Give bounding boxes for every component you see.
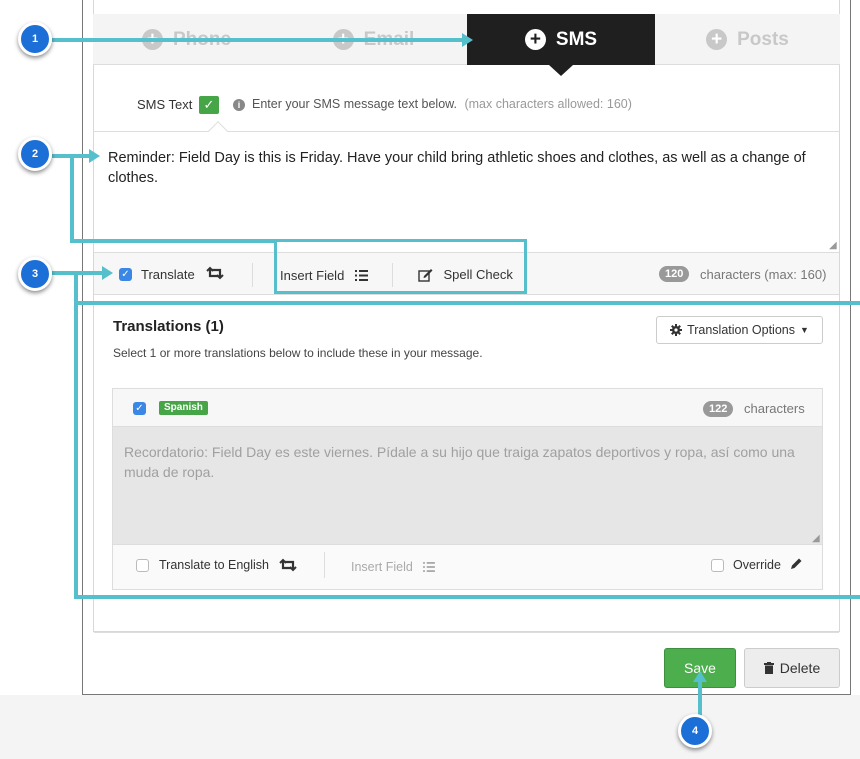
callout-3-arrow [102, 266, 113, 280]
sms-enabled-check-icon[interactable]: ✓ [199, 96, 219, 114]
char-count-suffix: characters (max: 160) [700, 267, 827, 282]
insert-spell-highlight [274, 239, 527, 294]
list-icon [423, 561, 436, 572]
delete-button[interactable]: Delete [744, 648, 840, 688]
caret-down-icon: ▼ [800, 325, 809, 335]
tab-label: Posts [737, 28, 789, 50]
retweet-icon [206, 266, 224, 280]
plus-circle-icon: + [706, 29, 728, 50]
sms-text-label: SMS Text [137, 97, 193, 112]
callout-2-bracket-vertical [70, 156, 74, 242]
callout-3-line [52, 271, 104, 275]
sms-hint: Enter your SMS message text below. (max … [252, 97, 632, 111]
translation-char-count-badge: 122 [703, 401, 734, 417]
override-label: Override [733, 558, 781, 572]
sms-hint-text: Enter your SMS message text below. [252, 97, 457, 111]
override-checkbox[interactable] [711, 559, 724, 572]
sms-max-note: (max characters allowed: 160) [464, 97, 632, 111]
callout-2-bracket-horizontal [70, 239, 276, 243]
char-count-badge: 120 [659, 266, 690, 282]
callout-4-badge: 4 [678, 714, 712, 748]
panel-bottom-border [94, 632, 839, 633]
info-icon: i [233, 99, 245, 111]
insert-field-label: Insert Field [351, 560, 413, 574]
toolbar-divider [252, 263, 253, 287]
resize-grip-icon[interactable]: ◢ [812, 533, 820, 544]
callout-3-badge: 3 [18, 257, 52, 291]
callout-3-bracket-bottom [74, 595, 860, 599]
footer-divider [324, 552, 325, 578]
resize-grip-icon[interactable]: ◢ [829, 240, 837, 251]
callout-3-bracket-top [74, 301, 860, 305]
translation-char-suffix: characters [744, 401, 805, 416]
retweet-icon [279, 558, 297, 572]
callout-3-bracket-vertical [74, 273, 78, 599]
translation-options-button[interactable]: Translation Options ▼ [656, 316, 823, 344]
tab-sms[interactable]: + SMS [467, 14, 655, 65]
translations-subtitle: Select 1 or more translations below to i… [113, 346, 483, 360]
pencil-icon [791, 558, 802, 569]
spanish-checkbox[interactable]: ✓ [133, 402, 146, 415]
callout-1-line [52, 38, 464, 42]
translate-to-english-checkbox[interactable] [136, 559, 149, 572]
sms-message-text[interactable]: Reminder: Field Day is this is Friday. H… [108, 148, 828, 188]
plus-circle-icon: + [524, 29, 546, 50]
active-tab-caret [549, 65, 573, 76]
translation-text[interactable]: Recordatorio: Field Day es este viernes.… [124, 442, 814, 482]
callout-2-arrow [89, 149, 100, 163]
tab-posts[interactable]: + Posts [655, 14, 840, 65]
gear-icon [670, 324, 683, 336]
callout-1-badge: 1 [18, 22, 52, 56]
language-label: Spanish [159, 401, 208, 415]
delete-label: Delete [779, 660, 821, 676]
page-backdrop [0, 695, 860, 759]
translation-options-label: Translation Options [687, 323, 795, 337]
translate-label: Translate [141, 267, 195, 282]
callout-4-arrow [693, 671, 707, 682]
translations-title: Translations (1) [113, 318, 224, 335]
callout-1-arrow [462, 33, 473, 47]
callout-2-badge: 2 [18, 137, 52, 171]
trash-icon [763, 662, 774, 674]
tab-label: SMS [555, 28, 598, 50]
translation-insert-field-button[interactable]: Insert Field [351, 558, 436, 576]
translate-checkbox[interactable]: ✓ [119, 268, 132, 281]
translate-to-english-label: Translate to English [159, 558, 270, 572]
